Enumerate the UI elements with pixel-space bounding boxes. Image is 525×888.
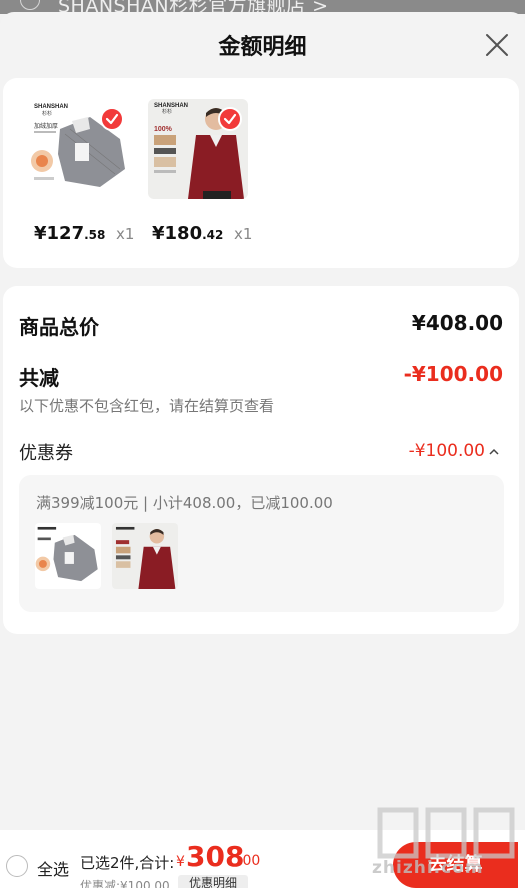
svg-text:杉杉: 杉杉	[162, 108, 172, 115]
coupon-detail-box: 满399减100元 | 小计408.00，已减100.00	[19, 475, 504, 612]
discount-note: 以下优惠不包含红包，请在结算页查看	[19, 397, 275, 415]
discount-detail-button[interactable]: 优惠明细	[178, 875, 248, 888]
svg-text:加绒加厚: 加绒加厚	[34, 122, 58, 130]
product-price: ¥180.42	[152, 223, 224, 244]
subtotal-label: 商品总价	[19, 315, 99, 339]
product-quantity: x1	[116, 225, 135, 243]
price-summary-card: 商品总价 ¥408.00 共减 -¥100.00 以下优惠不包含红包，请在结算页…	[3, 286, 519, 634]
reduction-label: 共减	[19, 366, 59, 390]
close-icon	[486, 34, 508, 56]
total-amount: 308	[186, 840, 245, 873]
background-radio	[20, 0, 40, 10]
checkout-bar: 全选 已选2件,合计: ¥ 308 .00 优惠减:¥100.00 优惠明细 去…	[0, 830, 525, 888]
coupon-product-thumb	[112, 523, 178, 589]
coupon-description: 满399减100元 | 小计408.00，已减100.00	[36, 494, 333, 512]
amount-detail-sheet: 金额明细 SHANSHAN 杉杉 加绒加厚 ¥127.58 x1 SHANSHA…	[0, 12, 525, 888]
checked-icon	[218, 107, 242, 131]
svg-text:杉杉: 杉杉	[42, 110, 52, 117]
svg-text:SHANSHAN: SHANSHAN	[34, 104, 68, 110]
reduction-value: -¥100.00	[403, 362, 503, 386]
product-quantity: x1	[234, 225, 253, 243]
coupon-value: -¥100.00	[408, 441, 485, 461]
total-currency: ¥	[176, 854, 185, 870]
products-card: SHANSHAN 杉杉 加绒加厚 ¥127.58 x1 SHANSHAN 杉杉 …	[3, 78, 519, 268]
coupon-label: 优惠券	[19, 443, 73, 464]
svg-text:100%: 100%	[154, 126, 173, 133]
select-all-radio[interactable]	[6, 855, 28, 877]
chevron-up-icon	[489, 441, 499, 461]
sheet-title: 金额明细	[218, 35, 307, 60]
discount-amount-text: 优惠减:¥100.00	[80, 879, 170, 888]
checkout-button[interactable]: 去结算	[393, 842, 518, 888]
product-price: ¥127.58	[34, 223, 106, 244]
select-all-label[interactable]: 全选	[37, 856, 69, 880]
gray-shirt-image	[35, 523, 101, 589]
checked-icon	[100, 107, 124, 131]
sheet-header: 金额明细	[0, 12, 525, 78]
coupon-toggle[interactable]: -¥100.00	[409, 441, 499, 461]
close-button[interactable]	[482, 30, 512, 60]
coupon-product-thumb	[35, 523, 101, 589]
selected-count-text: 已选2件,合计:	[80, 854, 175, 872]
subtotal-value: ¥408.00	[411, 311, 503, 335]
total-amount-decimal: .00	[238, 853, 261, 869]
red-sweater-image	[112, 523, 178, 589]
